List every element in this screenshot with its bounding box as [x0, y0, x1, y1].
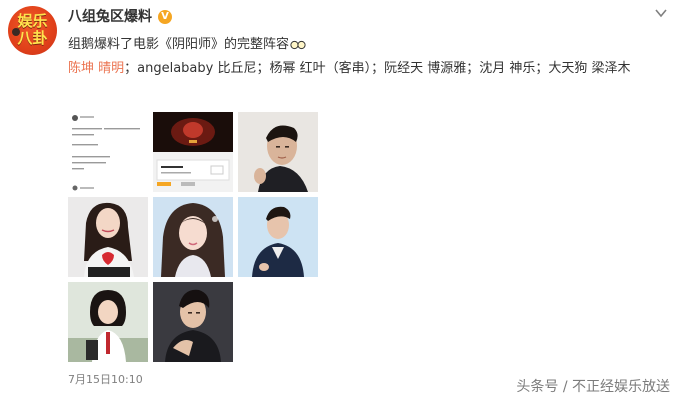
image-actress-portrait-1[interactable] [68, 197, 148, 277]
glasses-emoji-icon [290, 40, 306, 49]
cast-link[interactable]: 陈坤 晴明 [68, 61, 124, 76]
image-actor-portrait-3[interactable] [153, 282, 233, 362]
verified-badge-icon: V [158, 10, 172, 24]
post-text-content: 组鹅爆料了电影《阴阳师》的完整阵容 [68, 37, 290, 52]
watermark: 头条号 / 不正经娱乐放送 [516, 379, 670, 395]
avatar[interactable]: 娱乐 八卦 [8, 6, 57, 55]
avatar-logo-line2: 八卦 [17, 29, 48, 47]
image-movie-poster[interactable] [153, 112, 233, 192]
post-text: 组鹅爆料了电影《阴阳师》的完整阵容 [68, 36, 306, 54]
weibo-post: 娱乐 八卦 八组兔区爆料 V 组鹅爆料了电影《阴阳师》的完整阵容 陈坤 晴明；a… [0, 0, 678, 401]
image-actress-portrait-3[interactable] [68, 282, 148, 362]
image-actor-portrait-2[interactable] [238, 197, 318, 277]
chevron-down-icon[interactable] [654, 6, 668, 20]
username-link[interactable]: 八组兔区爆料 [68, 8, 152, 26]
avatar-logo-line1: 娱乐 [17, 12, 48, 30]
image-actress-portrait-2[interactable] [153, 197, 233, 277]
image-screenshot-post[interactable] [68, 112, 148, 192]
cast-rest: ；angelababy 比丘尼；杨幂 红叶（客串）；阮经天 博源雅；沈月 神乐；… [124, 61, 631, 76]
cast-list: 陈坤 晴明；angelababy 比丘尼；杨幂 红叶（客串）；阮经天 博源雅；沈… [68, 60, 631, 78]
image-actor-portrait-1[interactable] [238, 112, 318, 192]
post-timestamp[interactable]: 7月15日10:10 [68, 373, 143, 387]
